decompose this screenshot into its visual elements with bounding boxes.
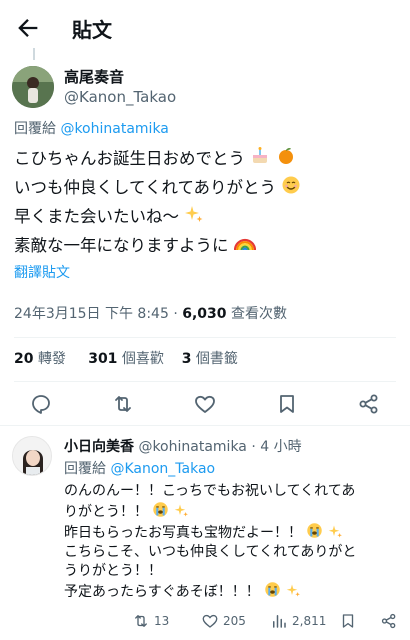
reply-time: · 4 小時: [246, 439, 302, 455]
reply-like-button[interactable]: 205: [201, 612, 246, 630]
reply-comment-count: 13: [154, 614, 170, 628]
reply-line: うりがとう！！: [64, 563, 162, 579]
reply-action-bar: 13 205 2,811: [64, 612, 404, 634]
reply-line: のんのんー！！こっちでもお祝いしてくれてあ: [64, 483, 356, 499]
reply-line: 昨日もらったお写真も宝物だよー！！: [64, 522, 402, 543]
reply-like-count: 205: [223, 614, 246, 628]
author-handle[interactable]: @Kanon_Takao: [64, 88, 176, 106]
divider: [0, 425, 410, 426]
tweet-line: 素敵な一年になりますように: [14, 231, 398, 260]
loudly-crying-face-icon: [265, 582, 280, 597]
replying-to-link[interactable]: @kohinatamika: [60, 121, 168, 137]
sparkles-icon: [174, 504, 188, 517]
bookmark-icon: [342, 614, 354, 628]
birthday-cake-icon: [253, 147, 268, 163]
timestamp[interactable]: 24年3月15日 下午 8:45 ·: [14, 306, 182, 322]
share-icon[interactable]: [357, 392, 381, 416]
views-count: 6,030: [182, 306, 227, 322]
bookmarks-stat[interactable]: 3 個書籤: [182, 351, 238, 367]
likes-stat[interactable]: 301 個喜歡: [88, 351, 164, 367]
engagement-stats: 20 轉發 301 個喜歡 3 個書籤: [14, 348, 238, 368]
tweet-line: いつも仲良くしてくれてありがとう: [14, 173, 398, 202]
reposts-stat[interactable]: 20 轉發: [14, 351, 66, 367]
sparkles-icon: [286, 584, 300, 597]
replying-to: 回覆給 @kohinatamika: [14, 118, 169, 138]
thread-line: [33, 48, 35, 60]
reply-text: のんのんー！！こっちでもお祝いしてくれてあ りがとう！！ 昨日もらったお写真も宝…: [64, 482, 402, 602]
page-title: 貼文: [72, 18, 112, 42]
sparkles-icon: [185, 206, 203, 222]
views-chart-icon: [273, 615, 286, 628]
author-avatar[interactable]: [12, 66, 54, 108]
tangerine-icon: [278, 148, 293, 164]
divider: [14, 337, 396, 338]
loudly-crying-face-icon: [307, 523, 323, 538]
reply-author-handle[interactable]: @kohinatamika: [138, 439, 246, 455]
reply-line: こちらこそ、いつも仲良くしてくれてありがと: [64, 544, 357, 560]
top-bar: 貼文: [0, 0, 410, 56]
translate-post-link[interactable]: 翻譯貼文: [14, 262, 70, 282]
reply-bookmark-button[interactable]: [339, 612, 357, 630]
reply-views-count: 2,811: [292, 614, 327, 628]
like-heart-icon: [202, 614, 218, 628]
reply-icon[interactable]: [29, 392, 53, 416]
views-label: 查看次數: [226, 306, 287, 322]
reply-line: 予定あったらすぐあそぼ！！！: [64, 581, 402, 602]
tweet-line: 早くまた会いたいね〜: [14, 202, 398, 231]
reply-replying-to: 回覆給 @Kanon_Takao: [64, 458, 215, 478]
back-arrow-icon[interactable]: [14, 14, 42, 42]
like-heart-icon[interactable]: [193, 392, 217, 416]
share-icon: [381, 613, 396, 629]
tweet-line: こひちゃんお誕生日おめでとう: [14, 144, 398, 173]
tweet-meta: 24年3月15日 下午 8:45 · 6,030 查看次數: [14, 303, 287, 323]
reply-author-name[interactable]: 小日向美香: [64, 439, 134, 455]
rainbow-icon: [233, 238, 256, 251]
reply-share-button[interactable]: [380, 612, 398, 630]
smiling-face-icon: [282, 176, 300, 194]
reply-line: りがとう！！: [64, 501, 402, 522]
sparkles-icon: [328, 525, 342, 538]
replying-to-link[interactable]: @Kanon_Takao: [110, 461, 215, 477]
reply-header: 小日向美香 @kohinatamika · 4 小時: [64, 436, 302, 456]
repost-icon[interactable]: [111, 392, 135, 416]
tweet-text: こひちゃんお誕生日おめでとう いつも仲良くしてくれてありがとう 早くまた会いたい…: [14, 144, 398, 260]
replying-prefix: 回覆給: [64, 461, 106, 477]
loudly-crying-face-icon: [153, 502, 169, 517]
repost-icon: [135, 615, 147, 627]
bookmark-icon[interactable]: [275, 392, 299, 416]
replying-prefix: 回覆給: [14, 121, 56, 137]
divider: [14, 381, 396, 382]
reply-views-button[interactable]: 2,811: [270, 612, 326, 630]
author-name[interactable]: 高尾奏音: [64, 66, 124, 87]
reply-repost-button[interactable]: 13: [132, 612, 169, 630]
reply-author-avatar[interactable]: [12, 436, 52, 476]
